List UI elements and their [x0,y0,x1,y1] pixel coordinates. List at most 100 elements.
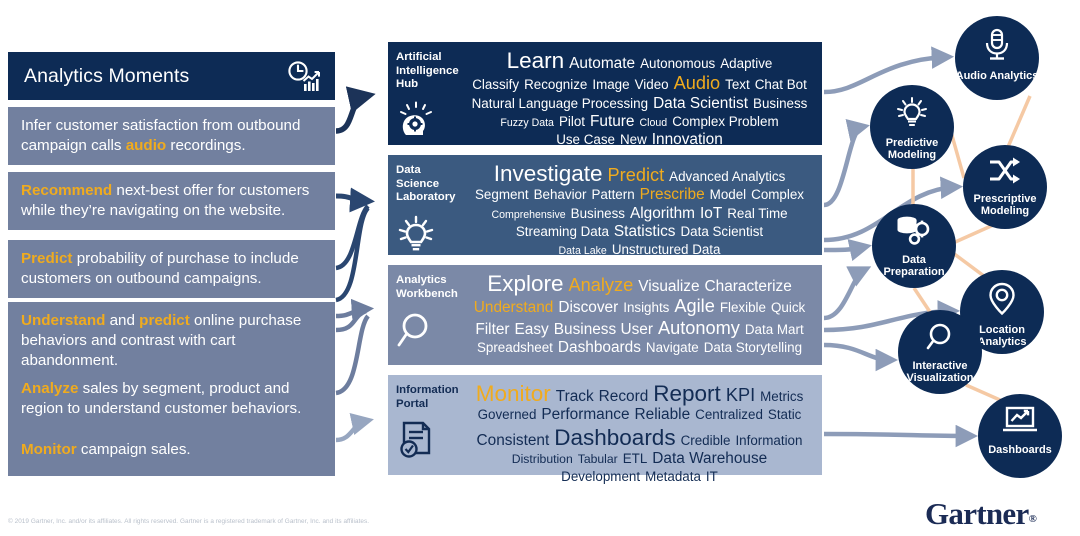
cloud-word: Analyze [568,275,634,295]
capability-label: Data Preparation [883,253,945,279]
cloud-word: Centralized [695,407,763,423]
clock-bar-chart-icon [288,61,320,91]
cloud-word: Investigate [493,161,603,186]
capability-circle-predictive-modeling[interactable]: Predictive Modeling [870,85,954,169]
cloud-word: Image [592,77,630,93]
cloud-word: Information [735,432,803,448]
cloud-word: Insights [623,300,670,316]
word-cloud-row: Comprehensive Business Algorithm IoT Real Ti… [462,205,817,223]
word-cloud-row: Streaming Data Statistics Data Scientist [462,223,817,241]
copyright-notice: © 2019 Gartner, Inc. and/or its affiliat… [8,518,370,525]
shuffle-arrows-icon [987,157,1023,190]
database-gears-icon [895,216,933,251]
capability-circle-prescriptive-modeling[interactable]: Prescriptive Modeling [963,145,1047,229]
word-cloud-row: Distribution Tabular ETL Data Warehouse [462,450,817,468]
cloud-word: Governed [477,407,537,423]
moment-text: Understand and predict online purchase b… [21,312,302,369]
cloud-word: Text [725,77,750,93]
cloud-word: Reliable [634,406,691,424]
word-cloud-row: Monitor Track Record Report KPI Metrics [462,381,817,406]
box-label-wrap: Analytics Workbench [388,265,462,365]
cloud-word: Explore [487,271,564,296]
cloud-word: Easy [514,320,549,338]
capability-circle-data-preparation[interactable]: Data Preparation [872,204,956,288]
cloud-word: Predict [607,165,665,185]
box-label-wrap: Artificial Intelligence Hub [388,42,462,145]
cloud-word: Characterize [704,278,792,295]
moment-text: Monitor campaign sales. [21,441,191,458]
cloud-word: Cloud [639,116,668,129]
cloud-word: Future [590,112,635,130]
cloud-word: Autonomous [640,56,716,71]
capability-circle-audio-analytics[interactable]: Audio Analytics [955,16,1039,100]
logo-text: Gartner [925,496,1029,531]
cloud-word: Dashboards [554,424,676,450]
capability-box-analytics-workbench[interactable]: Analytics Workbench Explore Analyze Visual… [388,265,822,365]
gartner-logo: Gartner® [925,496,1037,532]
cloud-word: New [619,131,647,147]
panel-header: Analytics Moments [8,52,335,100]
cloud-word: Data Scientist [653,94,749,112]
document-check-icon [396,420,462,465]
capability-box-information-portal[interactable]: Information Portal Monitor Track Record Rep… [388,375,822,484]
cloud-word: Audio [673,73,721,94]
cloud-word: Algorithm [630,204,696,222]
cloud-word: Recognize [524,77,588,93]
word-cloud-row: Consistent Dashboards Credible Information [462,425,817,450]
word-cloud-row: Governed Performance Reliable Centralized St… [462,406,817,424]
capability-box-data-science-laboratory[interactable]: Data Science Laboratory Investigate Pred… [388,155,822,257]
cloud-word: Streaming Data [515,223,609,239]
word-cloud-row: Understand Discover Insights Agile Flexible Q… [462,296,817,317]
cloud-word: Understand [473,299,554,317]
box-label: Analytics Workbench [396,274,458,300]
page-title: Analytics Moments [24,64,190,87]
cloud-word: Fuzzy Data [500,116,554,129]
cloud-word: Credible [680,432,731,448]
box-label: Information Portal [396,384,459,410]
moment-audio[interactable]: Infer customer satisfaction from outboun… [8,107,335,165]
cloud-word: Metadata [645,469,701,484]
magnifier-icon [396,310,462,355]
cloud-word: Chat Bot [754,77,807,93]
cloud-word: Business [753,95,808,111]
capability-label: Interactive Visualization [906,359,974,385]
cloud-word: IoT [700,204,723,222]
word-cloud: Monitor Track Record Report KPI Metrics Govern… [462,375,822,484]
cloud-word: Metrics [760,389,804,404]
cloud-word: Navigate [645,339,699,355]
cloud-word: Data Mart [744,321,804,337]
word-cloud-row: Learn Automate Autonomous Adaptive [462,48,817,73]
capability-circle-interactive-visualization[interactable]: Interactive Visualization [898,310,982,394]
capability-box-artificial-intelligence-hub[interactable]: Artificial Intelligence Hub Learn Automa… [388,42,822,148]
box-label-wrap: Data Science Laboratory [388,155,462,255]
cloud-word: Data Lake [558,244,607,257]
moment-recommend[interactable]: Recommend next-best offer for customers … [8,172,335,230]
logo-mark: ® [1028,513,1037,525]
moment-monitor[interactable]: Monitor campaign sales. [8,424,335,476]
moment-analyze[interactable]: Analyze sales by segment, product and re… [8,370,335,428]
cloud-word: Statistics [613,222,676,240]
laptop-chart-icon [1002,406,1038,441]
magnifier-icon [925,322,955,357]
cloud-word: Prescribe [639,186,705,204]
cloud-word: Consistent [476,431,550,449]
word-cloud-row: Data Lake Unstructured Data [462,241,817,259]
word-cloud: Explore Analyze Visualize Characterize Under… [462,265,822,365]
cloud-word: Monitor [475,381,551,406]
moment-predict[interactable]: Predict probability of purchase to inclu… [8,240,335,298]
cloud-word: Autonomy [657,317,740,338]
capability-label: Audio Analytics [955,69,1039,82]
cloud-word: IT [705,469,718,484]
capability-circle-dashboards[interactable]: Dashboards [978,394,1062,478]
cloud-word: Dashboards [557,338,641,356]
cloud-word: Business User [553,320,653,338]
cloud-word: Track [555,388,594,405]
cloud-word: Video [634,77,669,93]
cloud-word: Report [653,381,721,406]
cloud-word: Complex Problem [672,113,779,129]
cloud-word: Distribution [511,451,573,466]
word-cloud-row: Natural Language Processing Data Scientis… [462,95,817,113]
moment-text: Infer customer satisfaction from outboun… [21,117,301,154]
cloud-word: Quick [770,300,806,316]
moment-understand[interactable]: Understand and predict online purchase b… [8,302,335,380]
